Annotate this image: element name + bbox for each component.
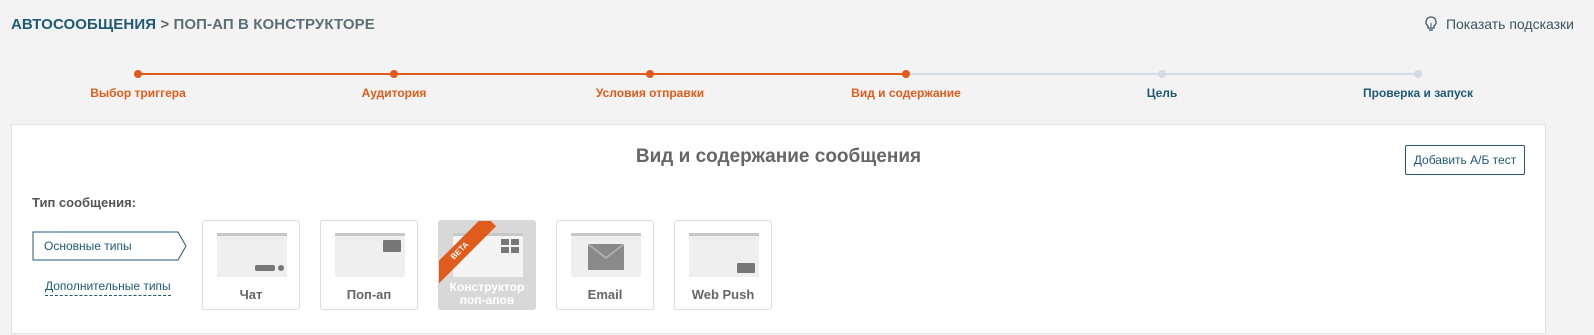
show-hints-label: Показать подсказки [1445,16,1574,32]
step-dot-audience[interactable] [390,70,398,78]
tile-label-popup-builder: Конструктор поп-апов [449,280,525,307]
lightbulb-icon [1424,16,1438,32]
page-title: Вид и содержание сообщения [635,146,922,167]
step-dot-conditions[interactable] [646,70,654,78]
basic-types-tab[interactable]: Основные типы [32,231,187,261]
step-label-review[interactable]: Проверка и запуск [1363,86,1473,100]
step-dot-content[interactable] [902,70,910,78]
step-dot-review[interactable] [1414,70,1422,78]
tile-label-web-push: Web Push [691,287,755,302]
message-type-tile-popup[interactable]: Поп-ап [320,220,418,310]
tile-label-chat: Чат [239,287,263,302]
extra-types-link[interactable]: Дополнительные типы [45,279,171,296]
tile-label-popup: Поп-ап [346,287,392,302]
message-type-label: Тип сообщения: [32,195,136,210]
popup-preview-icon [335,233,405,277]
step-label-content[interactable]: Вид и содержание [851,86,961,100]
breadcrumb-root[interactable]: АВТОСООБЩЕНИЯ [11,16,156,33]
breadcrumb-separator: > [156,16,174,33]
message-type-tile-web-push[interactable]: Web Push [674,220,772,310]
breadcrumb: АВТОСООБЩЕНИЯ > ПОП-АП В КОНСТРУКТОРЕ [11,16,375,33]
step-label-trigger[interactable]: Выбор триггера [90,86,186,100]
web-push-preview-icon [689,233,759,277]
step-label-goal[interactable]: Цель [1147,86,1178,100]
step-label-conditions[interactable]: Условия отправки [596,86,704,100]
wizard-stepper: Выбор триггера Аудитория Условия отправк… [0,62,1594,108]
step-dot-goal[interactable] [1158,70,1166,78]
basic-types-label: Основные типы [44,239,132,253]
add-ab-test-button[interactable]: Добавить А/Б тест [1405,145,1525,175]
content-card: Вид и содержание сообщения Добавить А/Б … [11,124,1546,334]
chat-preview-icon [217,233,287,277]
message-type-tile-chat[interactable]: Чат [202,220,300,310]
message-type-tile-email[interactable]: Email [556,220,654,310]
show-hints-button[interactable]: Показать подсказки [1424,16,1574,32]
breadcrumb-current: ПОП-АП В КОНСТРУКТОРЕ [173,16,375,33]
email-preview [571,233,641,277]
step-dot-trigger[interactable] [134,70,142,78]
tile-label-email: Email [587,287,623,302]
envelope-icon [588,244,624,270]
message-type-tile-popup-builder[interactable]: BETA Конструктор поп-апов [438,220,536,310]
step-label-audience[interactable]: Аудитория [362,86,427,100]
stepper-line-done [138,73,906,75]
